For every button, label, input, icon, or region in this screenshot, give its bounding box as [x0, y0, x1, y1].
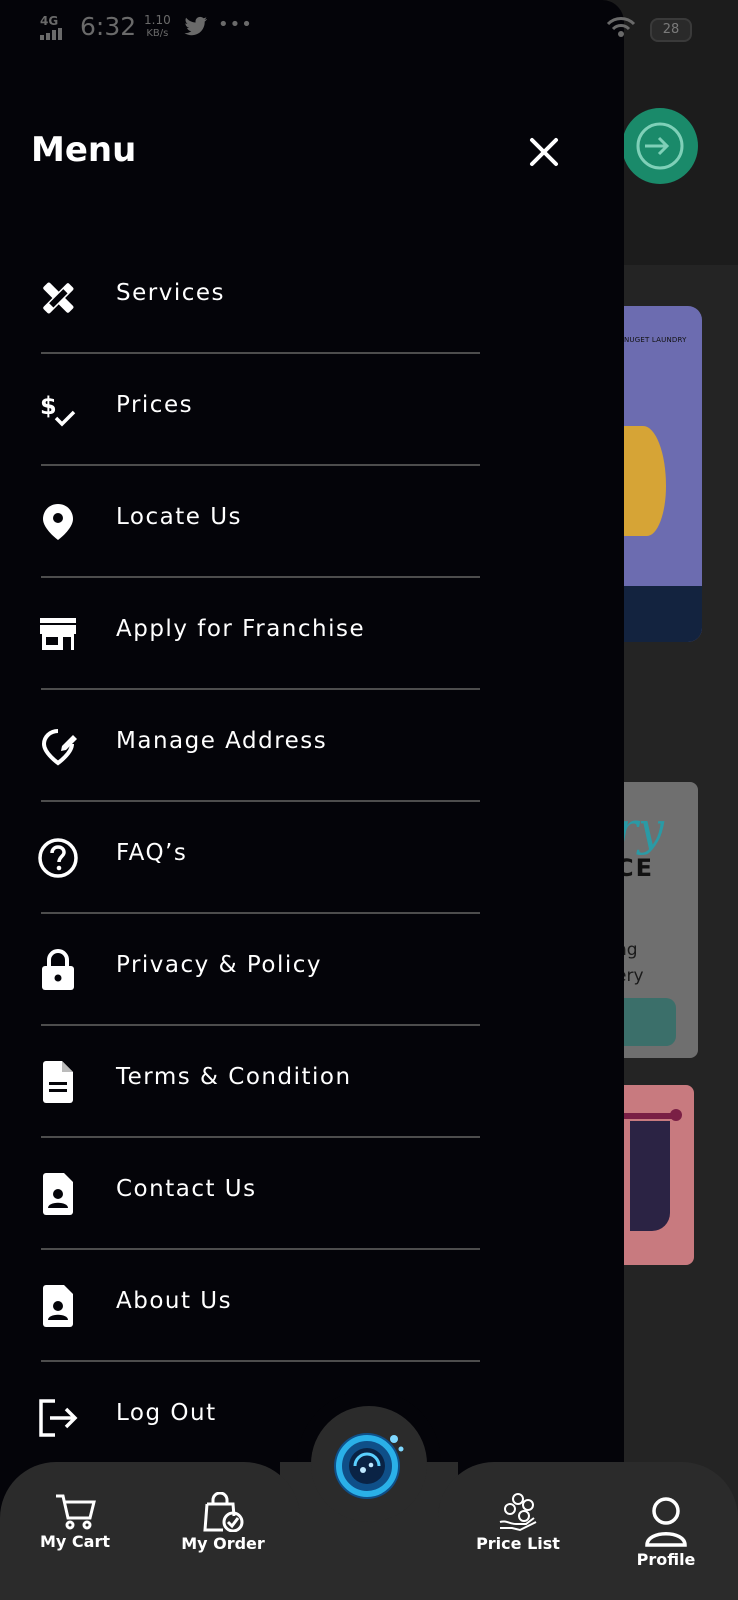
clock: 6:32: [80, 12, 137, 41]
contact-card-icon: [36, 1284, 80, 1328]
user-icon: [645, 1497, 687, 1547]
menu-item-label: Contact Us: [116, 1176, 257, 1202]
menu-item-label: Terms & Condition: [116, 1064, 352, 1090]
navigation-drawer: Menu Services $ Prices Locate Us Apply f…: [0, 0, 624, 1600]
net-speed-unit: KB/s: [146, 28, 169, 39]
close-icon: [530, 138, 558, 166]
drawer-menu-list: Services $ Prices Locate Us Apply for Fr…: [0, 242, 500, 1474]
close-drawer-button[interactable]: [524, 132, 564, 172]
login-arrow-icon: [636, 122, 684, 170]
menu-item-services[interactable]: Services: [0, 242, 500, 354]
menu-item-faq[interactable]: FAQ’s: [0, 802, 500, 914]
document-icon: [36, 1060, 80, 1104]
status-bar: 4G 6:32 1.10 KB/s ••• 28: [0, 0, 738, 56]
svg-text:$: $: [40, 392, 57, 420]
menu-item-label: Prices: [116, 392, 194, 418]
help-circle-icon: [36, 836, 80, 880]
net-speed-value: 1.10: [144, 13, 171, 27]
menu-item-label: Privacy & Policy: [116, 952, 322, 978]
menu-item-terms[interactable]: Terms & Condition: [0, 1026, 500, 1138]
network-type: 4G: [40, 14, 59, 28]
nav-label: Price List: [476, 1534, 560, 1553]
card-illustration: [624, 426, 666, 536]
card-illustration-shape: [630, 1121, 670, 1231]
signal-icon: [40, 28, 72, 40]
nav-my-cart[interactable]: My Cart: [40, 1492, 110, 1551]
card-illustration-dot: [670, 1109, 682, 1121]
menu-item-apply-franchise[interactable]: Apply for Franchise: [0, 578, 500, 690]
nav-my-order[interactable]: My Order: [180, 1492, 266, 1553]
currency-coins-icon: [499, 1493, 537, 1532]
login-button[interactable]: [622, 108, 698, 184]
more-notifications: •••: [218, 14, 253, 35]
cart-icon: [56, 1494, 96, 1530]
bottom-navigation: My Cart My Order Price List Profile: [0, 1390, 738, 1600]
menu-item-manage-address[interactable]: Manage Address: [0, 690, 500, 802]
menu-item-label: Locate Us: [116, 504, 243, 530]
wifi-icon: [606, 16, 636, 42]
nav-profile[interactable]: Profile: [630, 1496, 702, 1569]
nav-label: My Order: [181, 1534, 265, 1553]
nav-price-list[interactable]: Price List: [476, 1492, 560, 1553]
net-speed: 1.10 KB/s: [144, 14, 171, 40]
nav-label: My Cart: [40, 1532, 110, 1551]
nav-label: Profile: [636, 1550, 696, 1569]
twitter-icon: [184, 16, 208, 42]
home-fab-button[interactable]: [311, 1406, 427, 1522]
shopping-bag-check-icon: [203, 1492, 244, 1532]
menu-item-label: Manage Address: [116, 728, 328, 754]
battery-indicator: 28: [650, 18, 692, 42]
menu-item-label: Services: [116, 280, 225, 306]
contact-card-icon: [36, 1172, 80, 1216]
lock-icon: [36, 948, 80, 992]
menu-item-contact-us[interactable]: Contact Us: [0, 1138, 500, 1250]
menu-item-privacy-policy[interactable]: Privacy & Policy: [0, 914, 500, 1026]
menu-item-locate-us[interactable]: Locate Us: [0, 466, 500, 578]
storefront-icon: [36, 612, 80, 656]
drawer-title: Menu: [31, 130, 137, 170]
menu-item-prices[interactable]: $ Prices: [0, 354, 500, 466]
logout-icon: [36, 1396, 80, 1440]
menu-item-about-us[interactable]: About Us: [0, 1250, 500, 1362]
washing-machine-logo-icon: [334, 1433, 404, 1499]
card-brand-text: NUGET LAUNDRY: [624, 336, 687, 344]
tools-icon: [36, 276, 80, 320]
menu-item-label: FAQ’s: [116, 840, 188, 866]
price-check-icon: $: [36, 388, 80, 432]
menu-item-label: About Us: [116, 1288, 233, 1314]
menu-item-label: Apply for Franchise: [116, 616, 366, 642]
location-pin-icon: [36, 500, 80, 544]
menu-item-label: Log Out: [116, 1400, 217, 1426]
edit-location-icon: [36, 724, 80, 768]
